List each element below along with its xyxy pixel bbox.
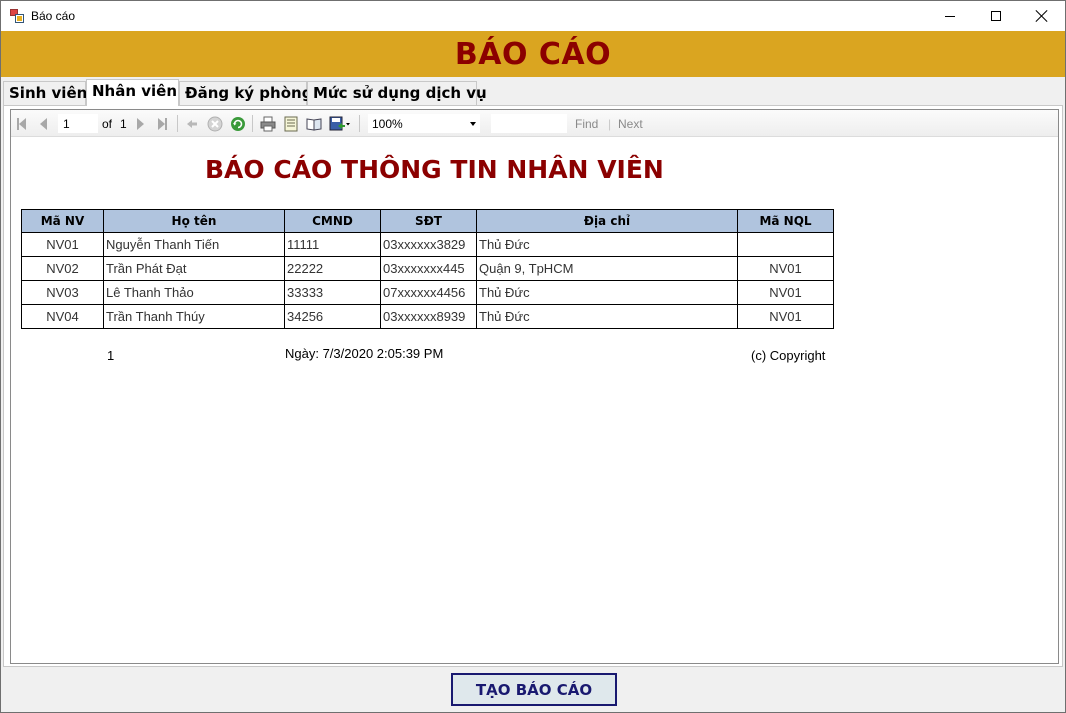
minimize-button[interactable]	[927, 1, 973, 31]
table-cell: Trần Phát Đạt	[103, 256, 285, 281]
table-cell	[737, 232, 834, 257]
zoom-dropdown[interactable]: 100%	[368, 114, 480, 133]
table-cell: Thủ Đức	[476, 232, 738, 257]
table-cell: NV04	[21, 304, 104, 329]
table-cell: 07xxxxxx4456	[380, 280, 477, 305]
table-cell: Quận 9, TpHCM	[476, 256, 738, 281]
report-page-number: 1	[107, 348, 115, 363]
tab-dang-ky-phong[interactable]: Đăng ký phòng	[179, 81, 312, 105]
maximize-icon	[991, 11, 1001, 21]
table-row: NV03 Lê Thanh Thảo 33333 07xxxxxx4456 Th…	[21, 280, 834, 305]
page-setup-icon[interactable]	[305, 116, 323, 132]
find-separator: |	[608, 117, 612, 131]
table-cell: Trần Thanh Thúy	[103, 304, 285, 329]
table-cell: NV01	[21, 232, 104, 257]
table-row: NV04 Trần Thanh Thúy 34256 03xxxxxx8939 …	[21, 304, 834, 329]
report-date: Ngày: 7/3/2020 2:05:39 PM	[285, 346, 444, 361]
tab-sinh-vien[interactable]: Sinh viên	[3, 81, 87, 105]
table-cell: 22222	[284, 256, 381, 281]
column-header: Mã NQL	[737, 209, 834, 233]
next-link[interactable]: Next	[618, 117, 643, 131]
report-title: BÁO CÁO THÔNG TIN NHÂN VIÊN	[205, 155, 664, 184]
window-title: Báo cáo	[31, 9, 76, 23]
create-report-button[interactable]: TẠO BÁO CÁO	[451, 673, 617, 706]
last-page-icon[interactable]	[155, 116, 169, 132]
tab-page-nhan-vien: of 1	[3, 105, 1063, 667]
column-header: Địa chỉ	[476, 209, 738, 233]
page-number-input[interactable]	[58, 114, 98, 133]
table-cell: Lê Thanh Thảo	[103, 280, 285, 305]
report-toolbar: of 1	[11, 110, 1058, 137]
back-icon[interactable]	[185, 116, 199, 132]
table-cell: NV02	[21, 256, 104, 281]
table-cell: NV01	[737, 304, 834, 329]
table-cell: Thủ Đức	[476, 304, 738, 329]
tab-muc-su-dung-dich-vu[interactable]: Mức sử dụng dịch vụ	[307, 81, 487, 105]
page-of-label: of	[102, 117, 113, 131]
print-icon[interactable]	[259, 116, 277, 132]
find-input[interactable]	[491, 114, 567, 133]
table-header-row: Mã NV Họ tên CMND SĐT Địa chỉ Mã NQL	[21, 209, 834, 233]
column-header: SĐT	[380, 209, 477, 233]
print-layout-icon[interactable]	[282, 116, 300, 132]
report-viewer: of 1	[10, 109, 1059, 664]
toolbar-separator	[177, 115, 178, 132]
title-bar[interactable]: Báo cáo	[1, 1, 1065, 31]
header-banner: BÁO CÁO	[1, 31, 1065, 77]
chevron-down-icon	[470, 122, 476, 126]
tab-nhan-vien[interactable]: Nhân viên	[86, 79, 179, 106]
report-copyright: (c) Copyright	[751, 348, 826, 363]
prev-page-icon[interactable]	[37, 116, 49, 132]
maximize-button[interactable]	[973, 1, 1019, 31]
minimize-icon	[945, 15, 955, 17]
close-button[interactable]	[1019, 1, 1065, 31]
column-header: Họ tên	[103, 209, 285, 233]
column-header: Mã NV	[21, 209, 104, 233]
table-cell: Thủ Đức	[476, 280, 738, 305]
export-icon[interactable]	[328, 116, 352, 132]
table-cell: 11111	[284, 232, 381, 257]
employee-table: Mã NV Họ tên CMND SĐT Địa chỉ Mã NQL NV0…	[21, 209, 834, 329]
table-cell: 33333	[284, 280, 381, 305]
zoom-value: 100%	[372, 117, 403, 131]
stop-icon[interactable]	[207, 116, 223, 132]
report-window: Báo cáo BÁO CÁO Sinh viên Nhân viên Đăng…	[0, 0, 1066, 713]
first-page-icon[interactable]	[15, 116, 27, 132]
table-cell: Nguyễn Thanh Tiến	[103, 232, 285, 257]
toolbar-separator	[359, 115, 360, 132]
column-header: CMND	[284, 209, 381, 233]
toolbar-separator	[252, 115, 253, 132]
table-cell: 03xxxxxx3829	[380, 232, 477, 257]
close-icon	[1036, 10, 1048, 22]
next-page-icon[interactable]	[134, 116, 146, 132]
table-cell: NV01	[737, 256, 834, 281]
report-app-icon	[10, 9, 24, 23]
find-link[interactable]: Find	[575, 117, 598, 131]
table-cell: 03xxxxxxx445	[380, 256, 477, 281]
table-row: NV01 Nguyễn Thanh Tiến 11111 03xxxxxx382…	[21, 232, 834, 257]
table-cell: 03xxxxxx8939	[380, 304, 477, 329]
table-cell: NV03	[21, 280, 104, 305]
table-cell: NV01	[737, 280, 834, 305]
table-cell: 34256	[284, 304, 381, 329]
refresh-icon[interactable]	[230, 116, 246, 132]
page-total: 1	[120, 117, 127, 131]
banner-title: BÁO CÁO	[454, 36, 612, 72]
table-row: NV02 Trần Phát Đạt 22222 03xxxxxxx445 Qu…	[21, 256, 834, 281]
